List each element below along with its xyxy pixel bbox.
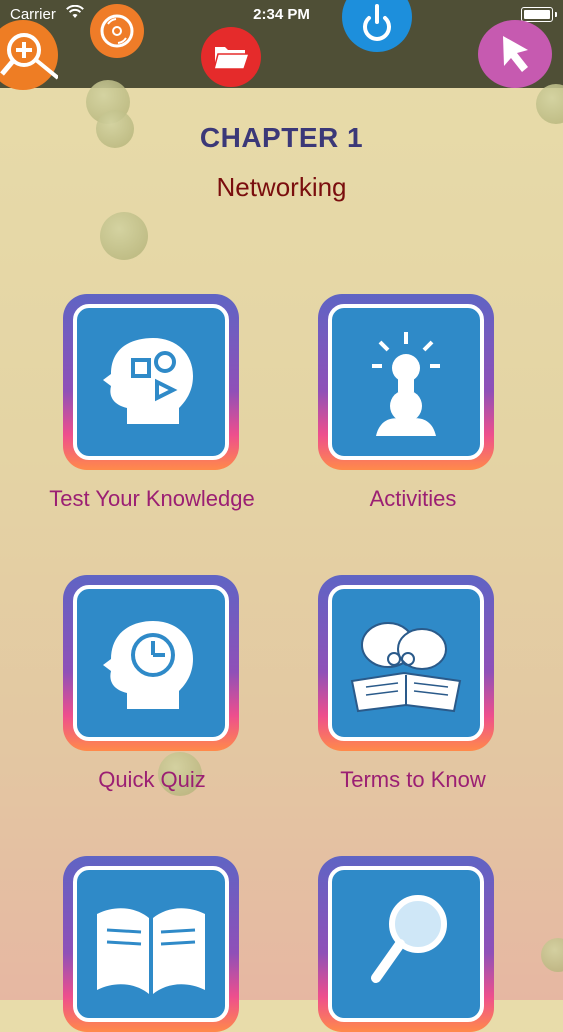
menu-tile-test-your-knowledge[interactable] <box>63 294 239 470</box>
menu-label-test-your-knowledge[interactable]: Test Your Knowledge <box>2 486 302 512</box>
menu-tile-search[interactable] <box>318 856 494 1032</box>
head-clock-icon <box>103 621 193 709</box>
decorative-bubble <box>541 938 563 972</box>
reading-book-icon <box>350 622 462 713</box>
power-icon <box>363 4 391 41</box>
decorative-bubble <box>536 84 563 124</box>
magnifier-icon <box>371 895 447 983</box>
pointer-icon <box>503 36 528 72</box>
chapter-title: CHAPTER 1 <box>199 122 364 153</box>
folder-icon <box>213 47 251 70</box>
zoom-in-button[interactable] <box>0 20 58 90</box>
pointer-button[interactable] <box>478 20 552 88</box>
menu-label-terms-to-know[interactable]: Terms to Know <box>263 767 563 793</box>
open-book-icon <box>97 908 205 994</box>
disc-button[interactable] <box>90 4 144 58</box>
menu-tile-quick-quiz[interactable] <box>63 575 239 751</box>
disc-icon <box>100 14 134 48</box>
menu-label-quick-quiz[interactable]: Quick Quiz <box>2 767 302 793</box>
decorative-bubble <box>100 212 148 260</box>
menu-label-activities[interactable]: Activities <box>263 486 563 512</box>
menu-tile-activities[interactable] <box>318 294 494 470</box>
menu-tile-terms-to-know[interactable] <box>318 575 494 751</box>
head-shapes-icon <box>103 338 193 424</box>
zoom-in-icon <box>0 33 58 80</box>
folder-button[interactable] <box>201 27 261 87</box>
chapter-subject: Networking <box>216 172 347 202</box>
lightbulb-person-icon <box>372 332 440 436</box>
menu-tile-book[interactable] <box>63 856 239 1032</box>
power-button[interactable] <box>342 0 412 52</box>
